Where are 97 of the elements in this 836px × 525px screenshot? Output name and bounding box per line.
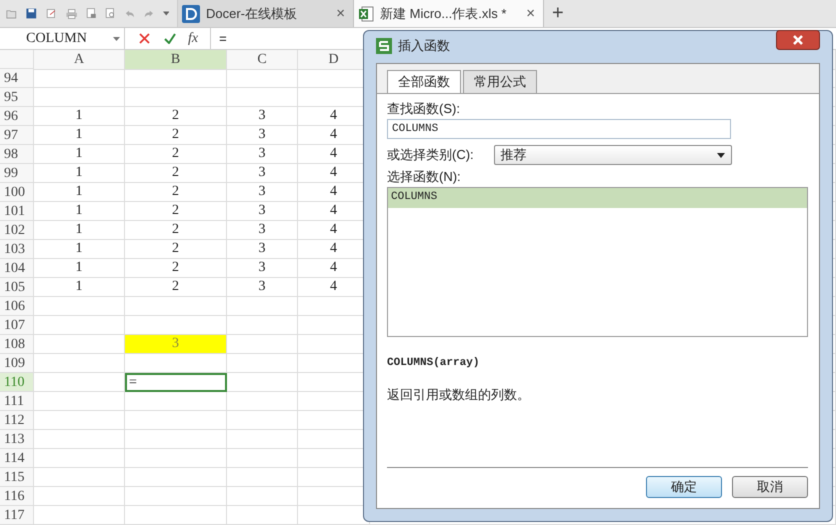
table-cell: 1 [34,240,125,259]
row-header[interactable]: 103 [0,240,34,259]
dialog-tab[interactable]: 全部函数 [387,70,461,93]
category-dropdown[interactable]: 推荐 [494,145,732,165]
document-tab[interactable]: 新建 Micro...作表.xls * × [354,0,544,27]
table-cell: 3 [227,221,298,240]
table-cell: 2 [125,164,227,183]
table-cell: 1 [34,221,125,240]
table-cell: 3 [227,278,298,297]
row-header[interactable]: 106 [0,297,34,316]
table-cell: 2 [125,221,227,240]
table-cell: 2 [125,202,227,221]
dialog-title: 插入函数 [398,37,451,55]
search-label: 查找函数(S): [387,100,461,118]
column-header[interactable]: B [125,50,227,70]
table-cell: 1 [34,145,125,164]
row-header[interactable]: 114 [0,449,34,468]
export-icon[interactable] [46,7,56,20]
insert-function-button[interactable]: fx [188,30,198,46]
row-header[interactable]: 113 [0,430,34,449]
new-tab-button[interactable]: + [544,0,572,27]
document-icon[interactable] [105,7,116,20]
row-header[interactable]: 107 [0,316,34,335]
row-header[interactable]: 101 [0,202,34,221]
caret-icon [716,152,725,158]
close-tab-button[interactable]: × [526,5,535,22]
table-cell: 3 [227,107,298,126]
folder-icon[interactable] [6,8,18,20]
redo-icon[interactable] [144,8,154,18]
table-cell: 2 [125,107,227,126]
tab-label: 新建 Micro...作表.xls * [380,4,508,22]
undo-icon[interactable] [125,8,135,18]
row-header[interactable]: 108 [0,335,34,354]
table-cell: 1 [34,164,125,183]
table-cell: 1 [34,183,125,202]
table-cell: 1 [34,107,125,126]
row-header[interactable]: 96 [0,107,34,126]
row-header[interactable]: 94 [0,69,34,88]
table-cell: 3 [227,240,298,259]
row-header[interactable]: 111 [0,392,34,411]
table-cell: 1 [34,259,125,278]
dropdown-icon[interactable] [162,11,169,16]
table-cell: 1 [34,278,125,297]
table-cell: 3 [227,145,298,164]
row-header[interactable]: 98 [0,145,34,164]
row-header[interactable]: 95 [0,88,34,107]
table-cell: 2 [125,278,227,297]
row-header[interactable]: 104 [0,259,34,278]
table-cell: 2 [125,240,227,259]
close-tab-button[interactable]: × [336,5,345,22]
dialog-button[interactable]: 取消 [732,476,808,498]
row-header[interactable]: 112 [0,411,34,430]
table-cell: 2 [125,145,227,164]
print-icon[interactable] [66,8,77,20]
column-header[interactable]: A [34,50,125,70]
table-cell: 3 [227,126,298,145]
table-cell: 2 [125,183,227,202]
row-header[interactable]: 102 [0,221,34,240]
document-tab[interactable]: Docer-在线模板 × [178,0,354,27]
row-header[interactable]: 117 [0,506,34,525]
category-label: 或选择类别(C): [387,146,474,164]
function-list-item[interactable]: COLUMNS [388,188,807,208]
save-icon[interactable] [26,7,37,20]
active-cell[interactable]: = [125,373,227,392]
dialog-tab[interactable]: 常用公式 [463,70,537,93]
column-header[interactable]: C [227,50,298,70]
dialog-button[interactable]: 确定 [646,476,722,498]
docer-logo-icon [182,4,200,22]
tab-label: Docer-在线模板 [206,4,298,22]
table-cell: 1 [34,126,125,145]
function-syntax: COLUMNS(array) [387,357,480,369]
row-header[interactable]: 110 [0,373,34,392]
table-cell: 3 [227,202,298,221]
row-header[interactable]: 97 [0,126,34,145]
table-cell: 2 [125,259,227,278]
row-header[interactable]: 116 [0,487,34,506]
row-header[interactable]: 99 [0,164,34,183]
table-cell: 3 [227,164,298,183]
cancel-icon[interactable] [139,33,150,44]
row-header[interactable]: 115 [0,468,34,487]
table-cell: 2 [125,126,227,145]
print-preview-icon[interactable] [86,7,96,20]
function-description: 返回引用或数组的列数。 [387,386,531,404]
row-header[interactable]: 105 [0,278,34,297]
check-icon[interactable] [164,33,176,44]
search-field[interactable]: COLUMNS [387,119,731,139]
table-cell: 1 [34,202,125,221]
name-box[interactable]: COLUMN [0,28,125,49]
function-list-label: 选择函数(N): [387,168,462,186]
table-cell: 3 [227,183,298,202]
table-cell: 3 [125,335,227,354]
spreadsheet-icon [358,6,374,22]
row-header[interactable]: 100 [0,183,34,202]
row-header[interactable]: 109 [0,354,34,373]
table-cell: 3 [227,259,298,278]
app-logo-icon [376,38,392,54]
close-button[interactable] [776,30,820,50]
